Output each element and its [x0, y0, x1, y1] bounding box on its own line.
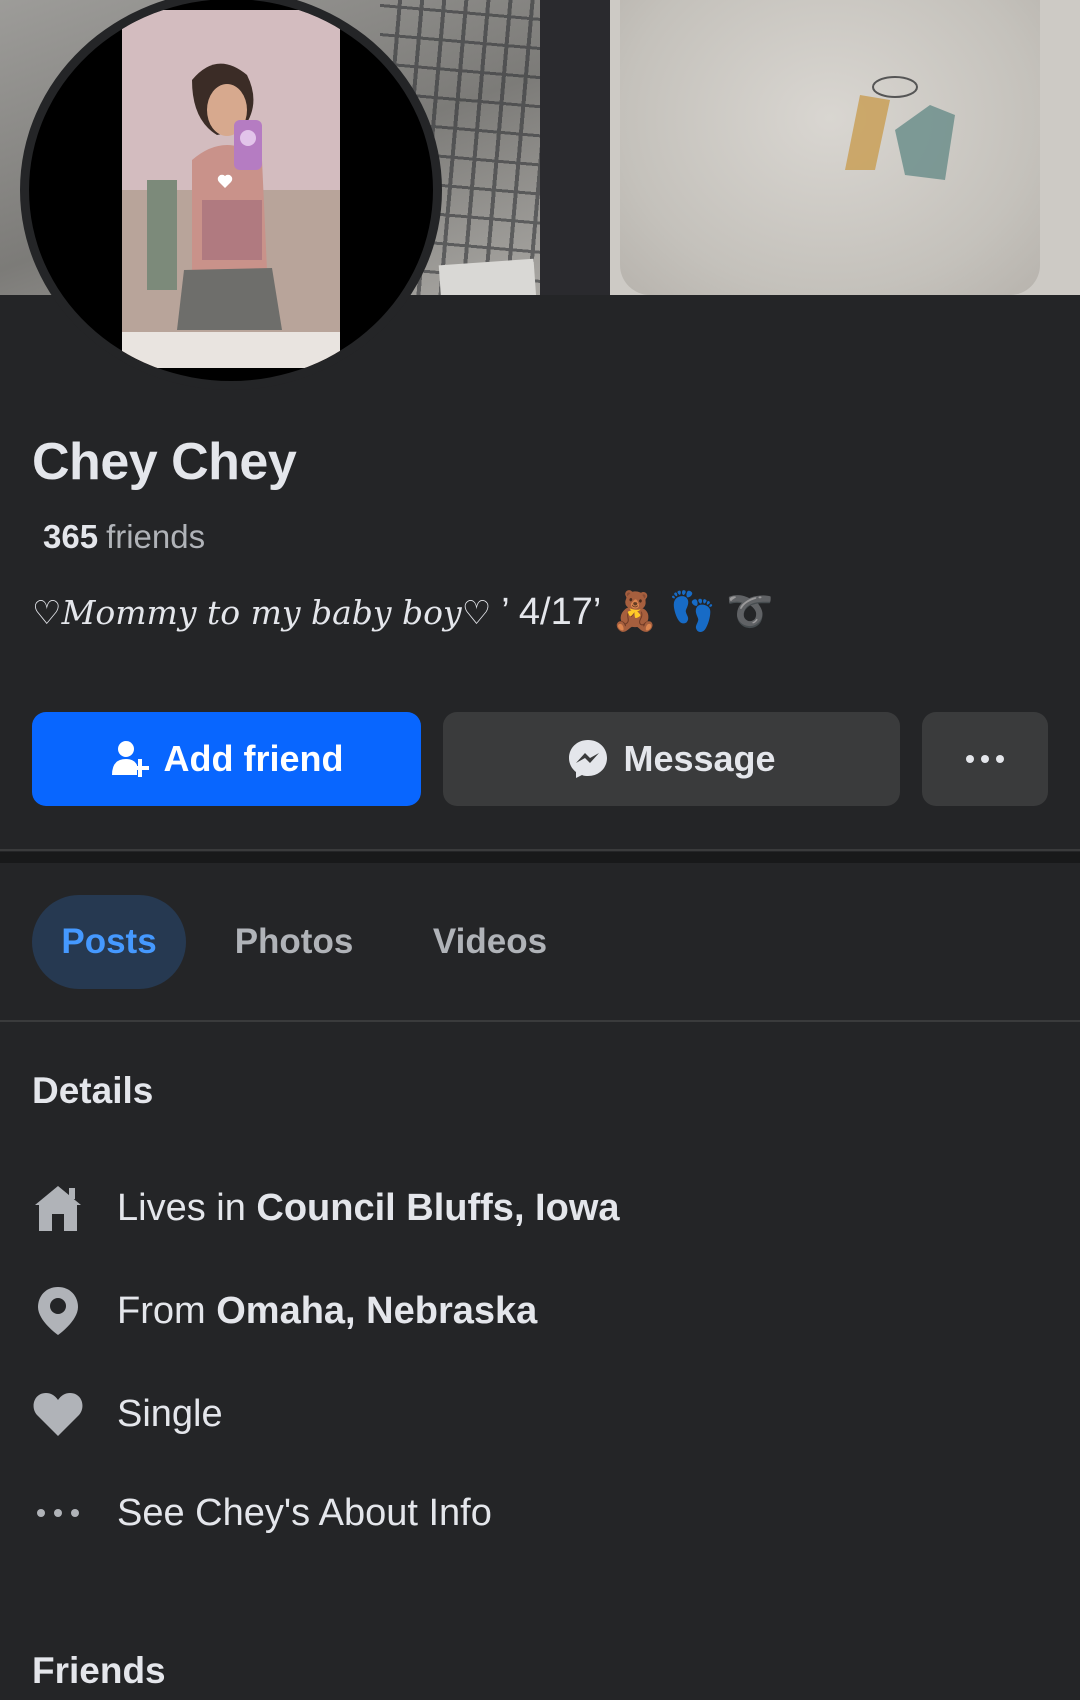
tabs-divider — [0, 1020, 1080, 1022]
bio-script-text: ♡Mommy to my baby boy♡ — [32, 592, 492, 632]
profile-page: Chey Chey 365 friends ♡Mommy to my baby b… — [0, 0, 1080, 1700]
more-dots-icon — [32, 1487, 84, 1539]
teddy-bear-emoji-icon: 🧸 — [611, 591, 659, 633]
cover-paper-graphic — [438, 258, 537, 295]
add-friend-button[interactable]: Add friend — [32, 712, 421, 806]
detail-lives-in-value: Council Bluffs, Iowa — [256, 1186, 620, 1229]
tab-videos[interactable]: Videos — [410, 895, 570, 989]
add-friend-icon — [111, 741, 149, 777]
message-button[interactable]: Message — [443, 712, 900, 806]
detail-lives-in-text: Lives in Council Bluffs, Iowa — [117, 1187, 620, 1230]
detail-see-about[interactable]: See Chey's About Info — [32, 1483, 1032, 1543]
detail-lives-in[interactable]: Lives in Council Bluffs, Iowa — [32, 1178, 1032, 1238]
detail-from[interactable]: From Omaha, Nebraska — [32, 1281, 1032, 1341]
friends-section-title: Friends — [32, 1650, 166, 1691]
heart-icon — [32, 1388, 84, 1440]
message-label: Message — [623, 738, 776, 779]
bio-date-text: ’ 4/17’ — [501, 590, 602, 633]
detail-relationship[interactable]: Single — [32, 1384, 1032, 1444]
footprints-emoji-icon: 👣 — [668, 591, 716, 633]
messenger-icon — [569, 740, 608, 778]
see-about-info-link: See Chey's About Info — [117, 1491, 492, 1534]
more-dots-icon — [966, 755, 1004, 763]
profile-avatar[interactable] — [20, 0, 442, 390]
friends-count-link[interactable]: 365 friends — [43, 518, 205, 556]
details-title: Details — [32, 1070, 154, 1111]
add-friend-label: Add friend — [163, 738, 344, 779]
tab-photos[interactable]: Photos — [220, 895, 368, 989]
cover-shirt-graphic — [620, 0, 1040, 295]
detail-relationship-text: Single — [117, 1392, 223, 1435]
detail-from-text: From Omaha, Nebraska — [117, 1290, 537, 1333]
location-pin-icon — [32, 1285, 84, 1337]
home-icon — [32, 1182, 84, 1234]
friends-label: friends — [106, 518, 206, 555]
profile-bio: ♡Mommy to my baby boy♡ ’ 4/17’ 🧸 👣 ➰ — [32, 590, 773, 634]
detail-from-prefix: From — [117, 1289, 217, 1332]
divider — [0, 849, 1080, 851]
tab-posts[interactable]: Posts — [32, 895, 186, 989]
friends-count: 365 — [43, 518, 99, 555]
section-separator — [0, 852, 1080, 863]
profile-name: Chey Chey — [32, 433, 297, 491]
more-options-button[interactable] — [922, 712, 1048, 806]
avatar-photo — [122, 10, 340, 368]
detail-from-value: Omaha, Nebraska — [216, 1289, 538, 1332]
curly-loop-emoji-icon: ➰ — [725, 591, 774, 633]
detail-lives-in-prefix: Lives in — [117, 1186, 257, 1229]
shirt-print-graphic — [845, 76, 955, 180]
